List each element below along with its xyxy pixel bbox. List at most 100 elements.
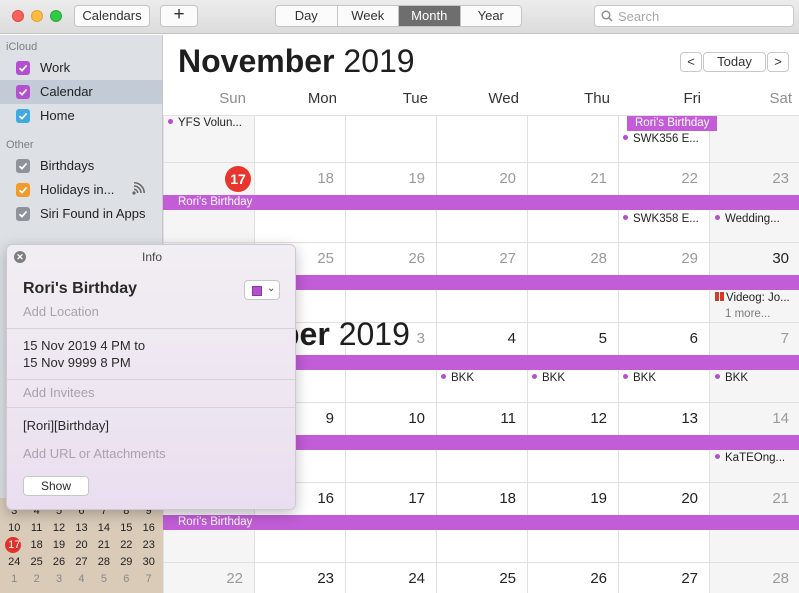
mini-day[interactable]: 13 [70, 520, 92, 536]
mini-day[interactable]: 21 [93, 537, 115, 553]
mini-day-today[interactable]: 17 [3, 537, 25, 553]
day-number[interactable]: 11 [436, 410, 516, 427]
mini-day[interactable]: 22 [115, 537, 137, 553]
day-number[interactable]: 29 [618, 250, 698, 267]
event-title[interactable]: Rori's Birthday [23, 280, 137, 298]
next-month-button[interactable]: > [767, 52, 789, 72]
mini-day[interactable]: 15 [115, 520, 137, 536]
checkbox-icon[interactable] [16, 61, 30, 75]
calendar-event[interactable]: BKK [715, 372, 799, 384]
mini-day[interactable]: 29 [115, 554, 137, 570]
day-number[interactable]: 12 [527, 410, 607, 427]
mini-day[interactable]: 3 [48, 571, 70, 587]
previous-month-button[interactable]: < [680, 52, 702, 72]
calendar-event[interactable]: Wedding... [715, 213, 799, 225]
location-field[interactable]: Add Location [23, 304, 99, 319]
view-week-tab[interactable]: Week [338, 6, 399, 26]
today-button[interactable]: Today [703, 52, 766, 72]
day-number[interactable]: 27 [618, 570, 698, 587]
mini-day[interactable]: 25 [25, 554, 47, 570]
day-number[interactable]: 25 [436, 570, 516, 587]
day-number[interactable]: 20 [436, 170, 516, 187]
calendar-event-band[interactable]: Rori's Birthday [163, 515, 799, 530]
day-number[interactable]: 24 [345, 570, 425, 587]
checkbox-icon[interactable] [16, 159, 30, 173]
day-number[interactable]: 23 [709, 170, 789, 187]
day-number[interactable]: 7 [709, 330, 789, 347]
day-number[interactable]: 6 [618, 330, 698, 347]
calendar-event[interactable]: SWK358 E... [623, 213, 707, 225]
sidebar-item-home[interactable]: Home [0, 104, 162, 128]
day-number[interactable]: 30 [709, 250, 789, 267]
mini-day[interactable]: 2 [25, 571, 47, 587]
event-notes[interactable]: [Rori][Birthday] [23, 417, 109, 434]
day-number[interactable]: 22 [163, 570, 243, 587]
day-number[interactable]: 23 [254, 570, 334, 587]
mini-day[interactable]: 26 [48, 554, 70, 570]
sidebar-item-birthdays[interactable]: Birthdays [0, 154, 162, 178]
sidebar-item-siri-found[interactable]: Siri Found in Apps [0, 202, 162, 226]
mini-day[interactable]: 6 [115, 571, 137, 587]
mini-day[interactable]: 7 [138, 571, 160, 587]
event-date-line[interactable]: 15 Nov 9999 8 PM [23, 354, 131, 371]
mini-day[interactable]: 19 [48, 537, 70, 553]
day-number[interactable]: 26 [527, 570, 607, 587]
more-events-link[interactable]: 1 more... [725, 308, 795, 320]
day-number[interactable]: 19 [527, 490, 607, 507]
mini-day[interactable]: 1 [3, 571, 25, 587]
show-button[interactable]: Show [23, 476, 89, 496]
mini-day[interactable]: 4 [70, 571, 92, 587]
mini-day[interactable]: 11 [25, 520, 47, 536]
mini-day[interactable]: 12 [48, 520, 70, 536]
event-date-line[interactable]: 15 Nov 2019 4 PM to [23, 337, 145, 354]
day-number[interactable]: 17 [345, 490, 425, 507]
day-number[interactable]: 28 [709, 570, 789, 587]
day-number[interactable]: 19 [345, 170, 425, 187]
checkbox-icon[interactable] [16, 85, 30, 99]
view-year-tab[interactable]: Year [461, 6, 522, 26]
day-number[interactable]: 5 [527, 330, 607, 347]
minimize-window-button[interactable] [31, 10, 43, 22]
view-month-tab[interactable]: Month [399, 6, 461, 26]
mini-day[interactable]: 10 [3, 520, 25, 536]
day-number[interactable]: 14 [709, 410, 789, 427]
day-number[interactable]: 18 [254, 170, 334, 187]
sidebar-item-work[interactable]: Work [0, 56, 162, 80]
today-date-badge[interactable]: 17 [225, 166, 251, 192]
invitees-field[interactable]: Add Invitees [23, 385, 95, 400]
calendar-event[interactable]: KaTEOng... [715, 452, 799, 464]
checkbox-icon[interactable] [16, 183, 30, 197]
zoom-window-button[interactable] [50, 10, 62, 22]
day-number[interactable]: 18 [436, 490, 516, 507]
mini-day[interactable]: 28 [93, 554, 115, 570]
mini-day[interactable]: 16 [138, 520, 160, 536]
mini-day[interactable]: 24 [3, 554, 25, 570]
close-window-button[interactable] [12, 10, 24, 22]
search-input[interactable]: Search [594, 5, 794, 27]
checkbox-icon[interactable] [16, 109, 30, 123]
day-number[interactable]: 20 [618, 490, 698, 507]
calendar-color-picker[interactable]: ⌄ [244, 280, 280, 300]
calendar-event[interactable]: YFS Volun... [168, 117, 252, 129]
day-number[interactable]: 13 [618, 410, 698, 427]
mini-day[interactable]: 30 [138, 554, 160, 570]
mini-day[interactable]: 18 [25, 537, 47, 553]
sidebar-item-holidays[interactable]: Holidays in... [0, 178, 162, 202]
url-attachments-field[interactable]: Add URL or Attachments [23, 446, 166, 461]
day-number[interactable]: 26 [345, 250, 425, 267]
calendar-event[interactable]: BKK [623, 372, 707, 384]
day-number[interactable]: 10 [345, 410, 425, 427]
mini-day[interactable]: 14 [93, 520, 115, 536]
day-number[interactable]: 22 [618, 170, 698, 187]
mini-day[interactable]: 23 [138, 537, 160, 553]
calendar-event[interactable]: BKK [532, 372, 616, 384]
day-number[interactable]: 28 [527, 250, 607, 267]
day-number[interactable]: 27 [436, 250, 516, 267]
calendars-button[interactable]: Calendars [74, 5, 150, 27]
calendar-event-band[interactable]: Rori's Birthday [627, 116, 717, 131]
view-day-tab[interactable]: Day [276, 6, 338, 26]
day-number[interactable]: 4 [436, 330, 516, 347]
add-event-button[interactable]: + [160, 5, 198, 27]
calendar-event[interactable]: Videog: Jo... [715, 292, 799, 304]
checkbox-icon[interactable] [16, 207, 30, 221]
